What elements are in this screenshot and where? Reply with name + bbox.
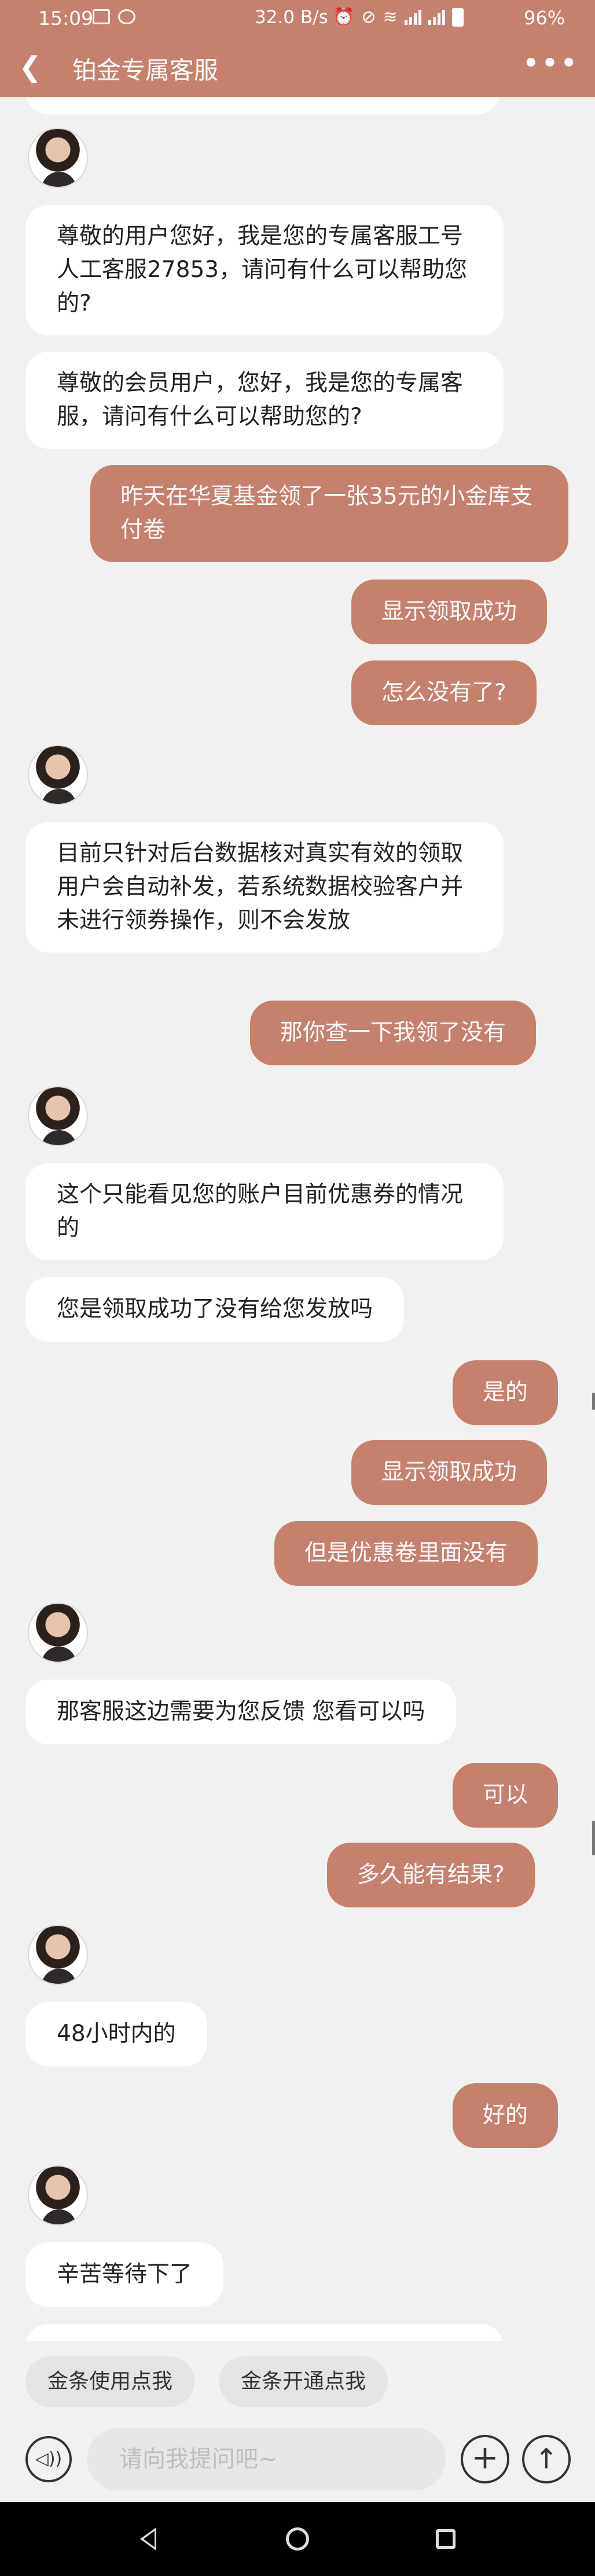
message-user: 显示领取成功: [351, 580, 548, 644]
chat-header: ❮ 铂金专属客服 •••: [0, 36, 595, 97]
status-left-icons: [93, 9, 135, 24]
app-icon: [118, 9, 135, 24]
status-bar: 15:09 32.0 B/s ⏰ ⊘ ≋ 96%: [0, 0, 595, 36]
quick-reply-chip[interactable]: 金条使用点我: [25, 2356, 195, 2407]
signal-4g-icon: [404, 9, 421, 25]
battery-icon: [451, 8, 464, 27]
system-nav-bar: [0, 2502, 595, 2576]
voice-icon[interactable]: ◁)): [25, 2436, 72, 2482]
message-user: 好的: [453, 2083, 559, 2148]
partial-next-message: [25, 2324, 504, 2341]
message-agent: 辛苦等待下了: [25, 2242, 224, 2307]
alarm-icon: ⏰: [333, 7, 355, 27]
home-circle-icon[interactable]: [279, 2520, 316, 2557]
network-speed: 32.0 B/s: [255, 7, 328, 28]
message-input[interactable]: 请向我提问吧~: [87, 2428, 446, 2490]
message-user: 昨天在华夏基金领了一张35元的小金库支付卷: [90, 465, 568, 562]
agent-avatar: [28, 745, 88, 805]
message-agent: 目前只针对后台数据核对真实有效的领取用户会自动补发，若系统数据校验客户并未进行领…: [25, 822, 504, 953]
top-bar: 15:09 32.0 B/s ⏰ ⊘ ≋ 96% ❮ 铂金专属客服 •••: [0, 0, 595, 97]
message-user: 是的: [453, 1360, 559, 1425]
image-icon: [93, 9, 110, 24]
send-arrow-icon[interactable]: ↑: [522, 2435, 571, 2483]
composer-area: 金条使用点我 金条开通点我 ◁)) 请向我提问吧~ + ↑: [0, 2341, 595, 2502]
status-right-icons: ⏰ ⊘ ≋: [333, 7, 464, 27]
message-user: 那你查一下我领了没有: [250, 1001, 537, 1065]
message-user: 多久能有结果?: [327, 1843, 535, 1907]
signal-4g-2-icon: [428, 9, 445, 25]
agent-avatar: [28, 1086, 88, 1146]
status-time: 15:09: [38, 7, 94, 29]
message-user: 显示领取成功: [351, 1440, 548, 1505]
quick-reply-chip[interactable]: 金条开通点我: [219, 2356, 388, 2407]
agent-avatar: [28, 1925, 88, 1985]
message-agent: 48小时内的: [25, 2002, 207, 2066]
message-agent: 尊敬的用户您好，我是您的专属客服工号人工客服27853，请问有什么可以帮助您的?: [25, 205, 504, 335]
back-triangle-icon[interactable]: [131, 2520, 168, 2557]
message-agent: 您是领取成功了没有给您发放吗: [25, 1277, 405, 1342]
chat-list[interactable]: 尊敬的用户您好，我是您的专属客服工号人工客服27853，请问有什么可以帮助您的?…: [0, 97, 595, 2341]
more-dots-icon[interactable]: •••: [522, 49, 579, 79]
plus-icon[interactable]: +: [461, 2435, 509, 2483]
partial-prev-message: [25, 97, 500, 115]
dnd-icon: ⊘: [361, 7, 376, 27]
page-title: 铂金专属客服: [72, 56, 219, 84]
message-user: 怎么没有了?: [351, 660, 537, 725]
message-user: 但是优惠卷里面没有: [274, 1521, 538, 1586]
recents-square-icon[interactable]: [427, 2520, 464, 2557]
agent-avatar: [28, 2165, 88, 2226]
message-user: 可以: [453, 1763, 559, 1828]
battery-percent: 96%: [524, 7, 565, 29]
chevron-left-icon[interactable]: ❮: [19, 53, 42, 81]
agent-avatar: [28, 128, 88, 188]
scrollbar-thumb[interactable]: [592, 1393, 595, 1410]
message-agent: 尊敬的会员用户，您好，我是您的专属客服，请问有什么可以帮助您的?: [25, 352, 504, 449]
agent-avatar: [28, 1603, 88, 1663]
message-agent: 这个只能看见您的账户目前优惠券的情况的: [25, 1163, 504, 1260]
scrollbar-thumb[interactable]: [592, 1821, 595, 1855]
wifi-icon: ≋: [383, 7, 398, 27]
message-agent: 那客服这边需要为您反馈 您看可以吗: [25, 1680, 457, 1744]
